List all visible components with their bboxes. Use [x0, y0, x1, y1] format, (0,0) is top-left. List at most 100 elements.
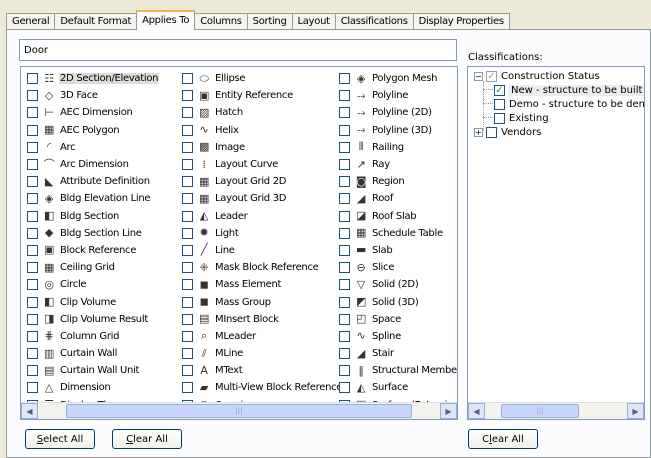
- tree-scroll-left-button[interactable]: ◀: [468, 403, 485, 419]
- scroll-thumb[interactable]: |||: [66, 404, 412, 418]
- checkbox[interactable]: [339, 244, 350, 256]
- list-item[interactable]: ▤ MInsert Block: [182, 311, 343, 328]
- checkbox[interactable]: [339, 90, 350, 102]
- checkbox[interactable]: [182, 313, 193, 325]
- checkbox[interactable]: [339, 279, 350, 291]
- list-item[interactable]: ⤑ Polyline (2D): [339, 104, 457, 121]
- tree-node-existing[interactable]: Existing: [494, 111, 549, 125]
- checkbox[interactable]: [182, 107, 193, 119]
- tab-default-format[interactable]: Default Format: [54, 13, 138, 30]
- horizontal-scrollbar[interactable]: ◀ ||| ▶: [21, 402, 457, 419]
- list-item[interactable]: ⁞ Layout Curve: [182, 156, 343, 173]
- tree-node-new[interactable]: ✓ New - structure to be built: [494, 83, 644, 97]
- list-item[interactable]: ☷ 2D Section/Elevation: [27, 70, 173, 87]
- checkbox[interactable]: [27, 193, 38, 205]
- checkbox[interactable]: [27, 330, 38, 342]
- list-item[interactable]: △ Dimension: [27, 379, 173, 396]
- list-item[interactable]: ⋕ Column Grid: [27, 328, 173, 345]
- list-item[interactable]: ◇ 3D Face: [27, 87, 173, 104]
- checkbox[interactable]: [27, 365, 38, 377]
- checkbox[interactable]: [339, 141, 350, 153]
- tree-scroll-thumb[interactable]: |||: [501, 404, 579, 418]
- list-item[interactable]: ◎ Circle: [27, 276, 173, 293]
- list-item[interactable]: ⊖ Slice: [339, 259, 457, 276]
- list-item[interactable]: ◢ Stair: [339, 345, 457, 362]
- list-item[interactable]: ◭ Leader: [182, 208, 343, 225]
- checkbox[interactable]: [27, 227, 38, 239]
- checkbox[interactable]: [182, 365, 193, 377]
- checkbox[interactable]: [339, 124, 350, 136]
- list-item[interactable]: ◈ Bldg Elevation Line: [27, 190, 173, 207]
- checkbox[interactable]: [182, 159, 193, 171]
- checkbox[interactable]: [27, 90, 38, 102]
- list-item[interactable]: ▰ Multi-View Block Reference: [182, 379, 343, 396]
- tab-columns[interactable]: Columns: [194, 13, 248, 30]
- checkbox[interactable]: [182, 73, 193, 85]
- checkbox[interactable]: [182, 193, 193, 205]
- checkbox[interactable]: [182, 296, 193, 308]
- list-item[interactable]: ▣ Entity Reference: [182, 87, 343, 104]
- checkbox[interactable]: [182, 90, 193, 102]
- list-item[interactable]: ▦ AEC Polygon: [27, 122, 173, 139]
- list-item[interactable]: ⌒ Arc Dimension: [27, 156, 173, 173]
- list-item[interactable]: ⤑ Polyline: [339, 87, 457, 104]
- list-item[interactable]: ∿ Helix: [182, 122, 343, 139]
- list-item[interactable]: ◨ Clip Volume Result: [27, 311, 173, 328]
- checkbox[interactable]: [182, 141, 193, 153]
- list-item[interactable]: ◧ Clip Volume: [27, 293, 173, 310]
- checkbox[interactable]: [339, 382, 350, 394]
- tree-scroll-right-button[interactable]: ▶: [627, 403, 644, 419]
- checkbox[interactable]: [339, 159, 350, 171]
- checkbox[interactable]: [339, 348, 350, 360]
- checkbox[interactable]: [339, 193, 350, 205]
- list-item[interactable]: ◭ Surface: [339, 379, 457, 396]
- tab-sorting[interactable]: Sorting: [246, 13, 293, 30]
- list-item[interactable]: ◆ Bldg Section Line: [27, 225, 173, 242]
- list-item[interactable]: ⌕ MLeader: [182, 328, 343, 345]
- checkbox[interactable]: [339, 262, 350, 274]
- list-item[interactable]: ⤑ Polyline (3D): [339, 122, 457, 139]
- list-item[interactable]: ▥ Curtain Wall: [27, 345, 173, 362]
- list-item[interactable]: ▦ Layout Grid 2D: [182, 173, 343, 190]
- tree-node-demo[interactable]: Demo - structure to be demolis: [494, 97, 644, 111]
- list-item[interactable]: ◜ Arc: [27, 139, 173, 156]
- list-item[interactable]: ◩ Solid (3D): [339, 293, 457, 310]
- checkbox[interactable]: [182, 210, 193, 222]
- checkbox[interactable]: [27, 73, 38, 85]
- tree-checkbox-new[interactable]: ✓: [494, 84, 505, 96]
- list-item[interactable]: ◣ Attribute Definition: [27, 173, 173, 190]
- list-item[interactable]: ◢ Roof: [339, 190, 457, 207]
- list-item[interactable]: ▨ Hatch: [182, 104, 343, 121]
- checkbox[interactable]: [27, 244, 38, 256]
- collapse-icon[interactable]: −: [474, 71, 483, 81]
- list-item[interactable]: ‖ Structural Member: [339, 362, 457, 379]
- checkbox[interactable]: [27, 348, 38, 360]
- tree-horizontal-scrollbar[interactable]: ◀ ||| ▶: [468, 402, 644, 419]
- list-item[interactable]: ▽ Solid (2D): [339, 276, 457, 293]
- scroll-right-button[interactable]: ▶: [440, 403, 457, 419]
- list-item[interactable]: ▦ Ceiling Grid: [27, 259, 173, 276]
- list-item[interactable]: ✹ Light: [182, 225, 343, 242]
- list-item[interactable]: ◼ Mass Element: [182, 276, 343, 293]
- checkbox[interactable]: [182, 244, 193, 256]
- checkbox[interactable]: [339, 107, 350, 119]
- checkbox[interactable]: [182, 124, 193, 136]
- list-item[interactable]: A MText: [182, 362, 343, 379]
- checkbox[interactable]: [27, 141, 38, 153]
- list-item[interactable]: ▦ Schedule Table: [339, 225, 457, 242]
- list-item[interactable]: ╱ Line: [182, 242, 343, 259]
- list-item[interactable]: ▩ Image: [182, 139, 343, 156]
- list-item[interactable]: ◼ Mass Group: [182, 293, 343, 310]
- checkbox[interactable]: [339, 73, 350, 85]
- tree-node-construction-status[interactable]: − ✓ Construction Status: [474, 69, 600, 83]
- classifications-tree[interactable]: − ✓ Construction Status ✓ New - structur…: [467, 66, 645, 420]
- scroll-track[interactable]: |||: [38, 403, 440, 419]
- list-item[interactable]: ◙ Region: [339, 173, 457, 190]
- checkbox[interactable]: [27, 279, 38, 291]
- checkbox[interactable]: [27, 176, 38, 188]
- list-item[interactable]: ⫽ MLine: [182, 345, 343, 362]
- tree-node-vendors[interactable]: + Vendors: [474, 125, 541, 139]
- tree-scroll-track[interactable]: |||: [485, 403, 627, 419]
- checkbox[interactable]: [27, 313, 38, 325]
- list-item[interactable]: ∿ Spline: [339, 328, 457, 345]
